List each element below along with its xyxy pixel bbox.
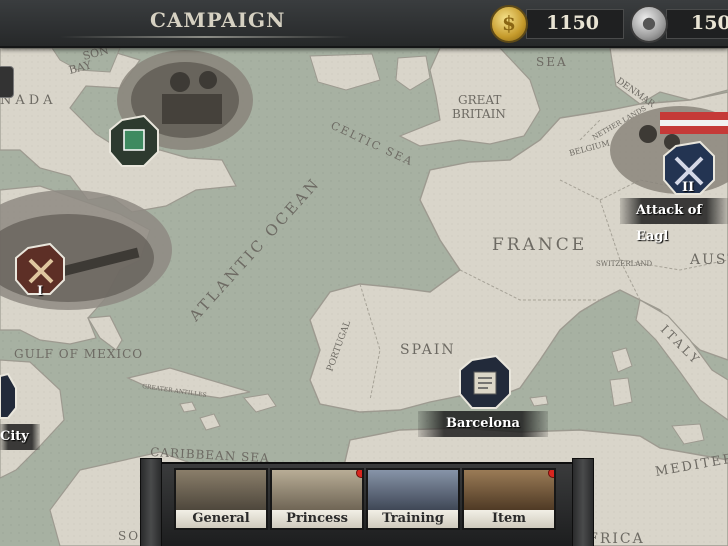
marker-north-book[interactable]: [109, 114, 159, 167]
item-button[interactable]: Item: [462, 468, 556, 530]
dock-left-cap: [140, 458, 162, 546]
notification-dot: [356, 470, 362, 478]
training-portrait: [368, 470, 458, 510]
marker-label-barcelona[interactable]: Barcelona: [418, 411, 548, 437]
bottom-dock: General Princess Training Item: [140, 458, 594, 546]
princess-portrait: [272, 470, 362, 510]
label-france: FRANCE: [492, 235, 587, 255]
label-great-britain: GREAT: [458, 93, 501, 107]
princess-button[interactable]: Princess: [270, 468, 364, 530]
title-underline: [60, 36, 350, 38]
marker-roman-i: I: [37, 284, 44, 299]
princess-label: Princess: [272, 510, 362, 528]
marker-barcelona[interactable]: [459, 354, 511, 409]
label-spain: SPAIN: [400, 342, 456, 358]
item-portrait: [464, 470, 554, 510]
label-britain: BRITAIN: [452, 107, 506, 121]
training-label: Training: [368, 510, 458, 528]
dock-right-cap: [572, 458, 594, 546]
page-title: CAMPAIGN: [150, 8, 286, 32]
silver-medal-coin-icon[interactable]: ●: [630, 5, 668, 43]
training-button[interactable]: Training: [366, 468, 460, 530]
marker-label-city[interactable]: City: [0, 424, 40, 450]
label-gulf: GULF OF MEXICO: [14, 347, 143, 361]
gold-amount: 1150: [546, 12, 599, 34]
gold-dollar-coin-icon[interactable]: $: [490, 5, 528, 43]
general-label: General: [176, 510, 266, 528]
item-label: Item: [464, 510, 554, 528]
general-button[interactable]: General: [174, 468, 268, 530]
campaign-screen: SON BAY NADA SEA GREAT BRITAIN CELTIC SE…: [0, 0, 728, 546]
silver-counter: 150: [666, 9, 728, 39]
marker-label-attack-of-eagles[interactable]: Attack of Eagl: [620, 198, 728, 244]
land-balearics: [529, 395, 549, 407]
notification-dot: [548, 470, 554, 478]
header-bar: CAMPAIGN 1150 $ 150 ●: [0, 0, 728, 48]
silver-amount: 150: [691, 12, 728, 34]
side-menu-tab[interactable]: [0, 66, 14, 98]
book-icon: [123, 129, 145, 151]
label-sea: SEA: [536, 55, 568, 69]
label-austria: AUST: [689, 252, 728, 268]
general-portrait: [176, 470, 266, 510]
label-switzerland: SWITZERLAND: [596, 260, 652, 268]
gold-counter: 1150: [526, 9, 624, 39]
marker-roman-ii: II: [682, 180, 695, 195]
